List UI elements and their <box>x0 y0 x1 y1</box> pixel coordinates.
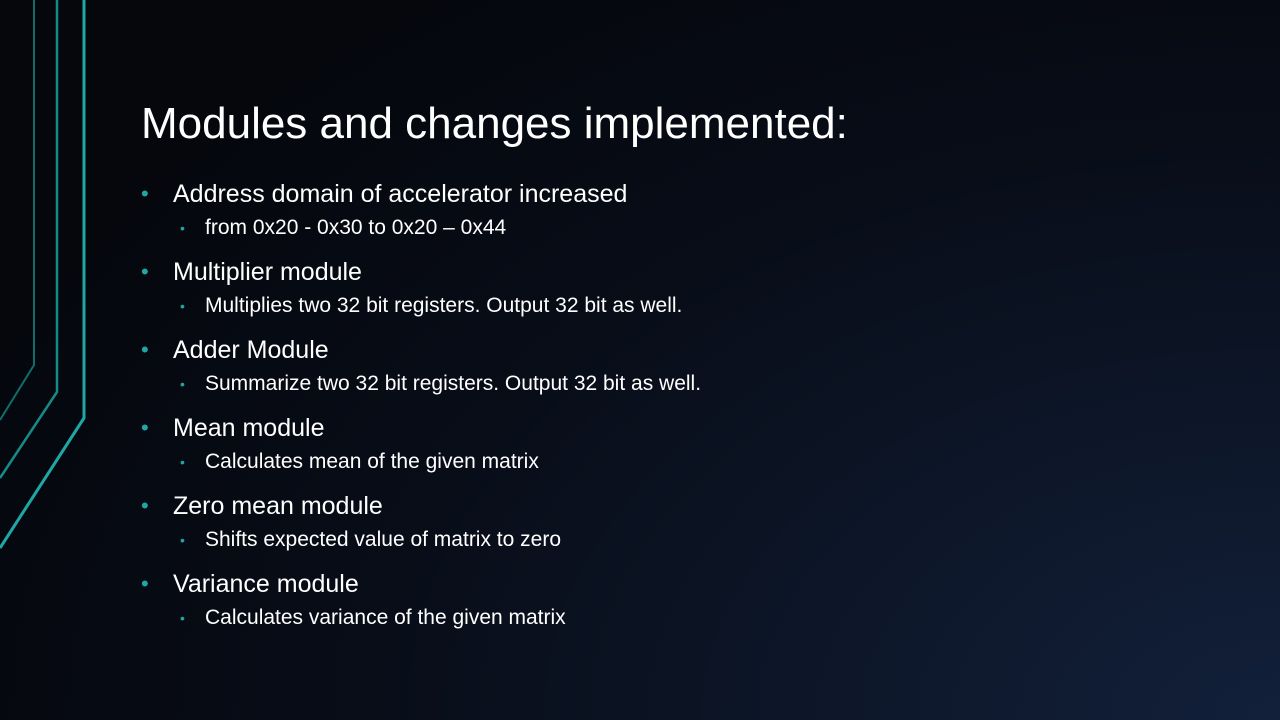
bullet-dot-icon: • <box>141 415 149 440</box>
sub-bullet-dot-icon: • <box>180 376 185 392</box>
bullet-label: Variance module <box>173 570 359 598</box>
bullet-label: Multiplier module <box>173 258 362 286</box>
bullet-dot-icon: • <box>141 337 149 362</box>
deco-line-3 <box>0 0 86 549</box>
bullet-dot-icon: • <box>141 571 149 596</box>
bullet-label: Mean module <box>173 414 325 442</box>
slide-title: Modules and changes implemented: <box>141 99 848 148</box>
bullet-dot-icon: • <box>141 493 149 518</box>
bullet-dot-icon: • <box>141 181 149 206</box>
bullet-label: Zero mean module <box>173 492 383 520</box>
sub-bullet-text: Calculates mean of the given matrix <box>205 450 539 473</box>
bullet-list: • Address domain of accelerator increase… <box>141 176 1141 644</box>
bullet-dot-icon: • <box>141 259 149 284</box>
bullet-item: • Address domain of accelerator increase… <box>141 176 1141 254</box>
deco-line-1 <box>0 0 35 421</box>
sub-bullet-dot-icon: • <box>180 220 185 236</box>
sub-bullet-dot-icon: • <box>180 298 185 314</box>
sub-bullet-dot-icon: • <box>180 610 185 626</box>
decorative-lines <box>0 0 86 549</box>
bullet-label: Address domain of accelerator increased <box>173 180 628 208</box>
sub-bullet-text: from 0x20 - 0x30 to 0x20 – 0x44 <box>205 216 507 239</box>
bullet-item: • Multiplier module • Multiplies two 32 … <box>141 254 1141 332</box>
bullet-item: • Variance module • Calculates variance … <box>141 566 1141 644</box>
sub-bullet-dot-icon: • <box>180 454 185 470</box>
bullet-label: Adder Module <box>173 336 329 364</box>
sub-bullet-text: Shifts expected value of matrix to zero <box>205 528 562 551</box>
sub-bullet-text: Multiplies two 32 bit registers. Output … <box>205 294 683 317</box>
bullet-item: • Adder Module • Summarize two 32 bit re… <box>141 332 1141 410</box>
sub-bullet-text: Calculates variance of the given matrix <box>205 606 566 629</box>
bullet-item: • Mean module • Calculates mean of the g… <box>141 410 1141 488</box>
bullet-item: • Zero mean module • Shifts expected val… <box>141 488 1141 566</box>
sub-bullet-dot-icon: • <box>180 532 185 548</box>
sub-bullet-text: Summarize two 32 bit registers. Output 3… <box>205 372 702 395</box>
